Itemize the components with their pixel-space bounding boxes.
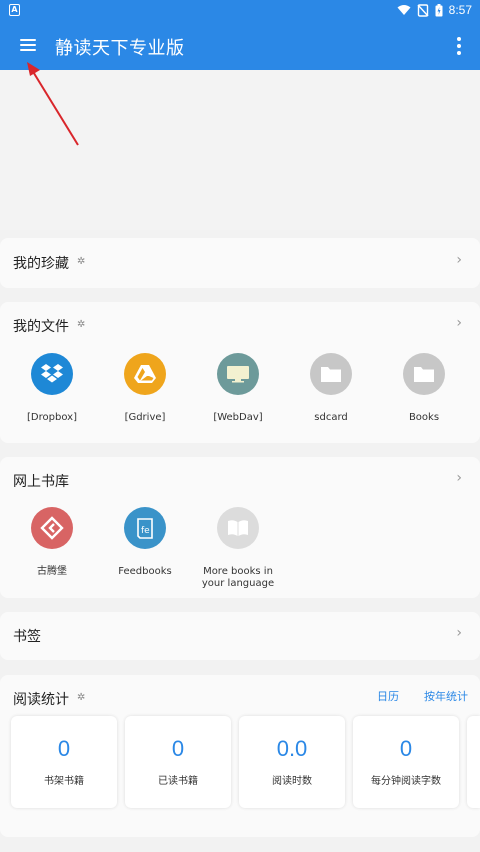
sdcard-location[interactable]: sdcard bbox=[285, 353, 377, 424]
chevron-right-icon: › bbox=[456, 252, 462, 268]
gear-icon[interactable]: ✲ bbox=[77, 319, 85, 330]
online-library-title: 网上书库 bbox=[13, 474, 69, 490]
feedbooks-icon: fe bbox=[124, 507, 166, 549]
more-books-catalog[interactable]: More books in your language bbox=[192, 507, 284, 590]
stat-tile-partial[interactable] bbox=[467, 716, 480, 808]
app-title: 静读天下专业版 bbox=[55, 38, 185, 59]
dot bbox=[457, 51, 461, 55]
folder-icon bbox=[403, 353, 445, 395]
yearly-stats-link[interactable]: 按年统计 bbox=[424, 688, 468, 704]
hamburger-menu-button[interactable] bbox=[14, 33, 42, 57]
app-notification-icon: A bbox=[9, 4, 20, 16]
dropbox-icon bbox=[31, 353, 73, 395]
status-icons: 8:57 bbox=[397, 2, 472, 18]
gear-icon[interactable]: ✲ bbox=[77, 692, 85, 703]
clock: 8:57 bbox=[448, 3, 472, 17]
stat-tile-read-books[interactable]: 0 已读书籍 bbox=[125, 716, 231, 808]
favorites-title: 我的珍藏 bbox=[13, 256, 69, 272]
catalog-label: 古腾堡 bbox=[37, 566, 67, 577]
books-location[interactable]: Books bbox=[378, 353, 470, 424]
dot bbox=[457, 44, 461, 48]
dot bbox=[457, 37, 461, 41]
no-sim-icon bbox=[417, 3, 429, 17]
hamburger-line bbox=[20, 49, 36, 51]
stat-caption: 阅读时数 bbox=[272, 776, 312, 787]
monitor-icon bbox=[217, 353, 259, 395]
dropbox-location[interactable]: [Dropbox] bbox=[6, 353, 98, 424]
banner-area bbox=[0, 70, 480, 230]
my-files-title: 我的文件 bbox=[13, 319, 69, 335]
hamburger-line bbox=[20, 44, 36, 46]
battery-icon bbox=[435, 3, 443, 16]
google-drive-icon bbox=[124, 353, 166, 395]
stat-caption: 每分钟阅读字数 bbox=[371, 776, 441, 787]
stat-caption: 书架书籍 bbox=[44, 776, 84, 787]
stat-value: 0 bbox=[171, 736, 185, 761]
stat-tile-reading-hours[interactable]: 0.0 阅读时数 bbox=[239, 716, 345, 808]
stat-caption: 已读书籍 bbox=[158, 776, 198, 787]
location-label: sdcard bbox=[314, 412, 348, 423]
feedbooks-catalog[interactable]: fe Feedbooks bbox=[99, 507, 191, 578]
folder-icon bbox=[310, 353, 352, 395]
svg-text:fe: fe bbox=[141, 526, 150, 536]
chevron-right-icon[interactable]: › bbox=[456, 470, 462, 486]
stat-tile-words-per-minute[interactable]: 0 每分钟阅读字数 bbox=[353, 716, 459, 808]
stat-value: 0 bbox=[399, 736, 413, 761]
app-bar: 静读天下专业版 bbox=[0, 20, 480, 70]
reading-stats-title: 阅读统计 bbox=[13, 692, 69, 708]
my-files-card: 我的文件 ✲ › [Dropbox] [Gdrive] [WebDav] sdc… bbox=[0, 302, 480, 443]
online-library-card: 网上书库 › 古腾堡 fe Feedbooks More books in yo… bbox=[0, 457, 480, 598]
wifi-icon bbox=[397, 5, 411, 15]
stat-value: 0.0 bbox=[276, 736, 308, 761]
catalog-label: More books in your language bbox=[201, 566, 275, 589]
favorites-card[interactable]: 我的珍藏 ✲ › bbox=[0, 238, 480, 288]
stat-tile-bookshelf[interactable]: 0 书架书籍 bbox=[11, 716, 117, 808]
calendar-link[interactable]: 日历 bbox=[377, 688, 399, 704]
stat-value: 0 bbox=[57, 736, 71, 761]
gear-icon[interactable]: ✲ bbox=[77, 256, 85, 267]
bookmarks-card[interactable]: 书签 › bbox=[0, 612, 480, 660]
open-book-icon bbox=[217, 507, 259, 549]
gutenberg-catalog[interactable]: 古腾堡 bbox=[6, 507, 98, 578]
gutenberg-icon bbox=[31, 507, 73, 549]
gdrive-location[interactable]: [Gdrive] bbox=[99, 353, 191, 424]
hamburger-line bbox=[20, 39, 36, 41]
chevron-right-icon: › bbox=[456, 625, 462, 641]
bookmarks-title: 书签 bbox=[13, 629, 41, 645]
webdav-location[interactable]: [WebDav] bbox=[192, 353, 284, 424]
status-bar: A 8:57 bbox=[0, 0, 480, 20]
location-label: Books bbox=[408, 412, 440, 423]
location-label: [Gdrive] bbox=[124, 412, 166, 423]
chevron-right-icon[interactable]: › bbox=[456, 315, 462, 331]
location-label: [Dropbox] bbox=[27, 412, 77, 423]
location-label: [WebDav] bbox=[213, 412, 263, 423]
catalog-label: Feedbooks bbox=[118, 566, 172, 577]
overflow-menu-button[interactable] bbox=[456, 37, 462, 55]
